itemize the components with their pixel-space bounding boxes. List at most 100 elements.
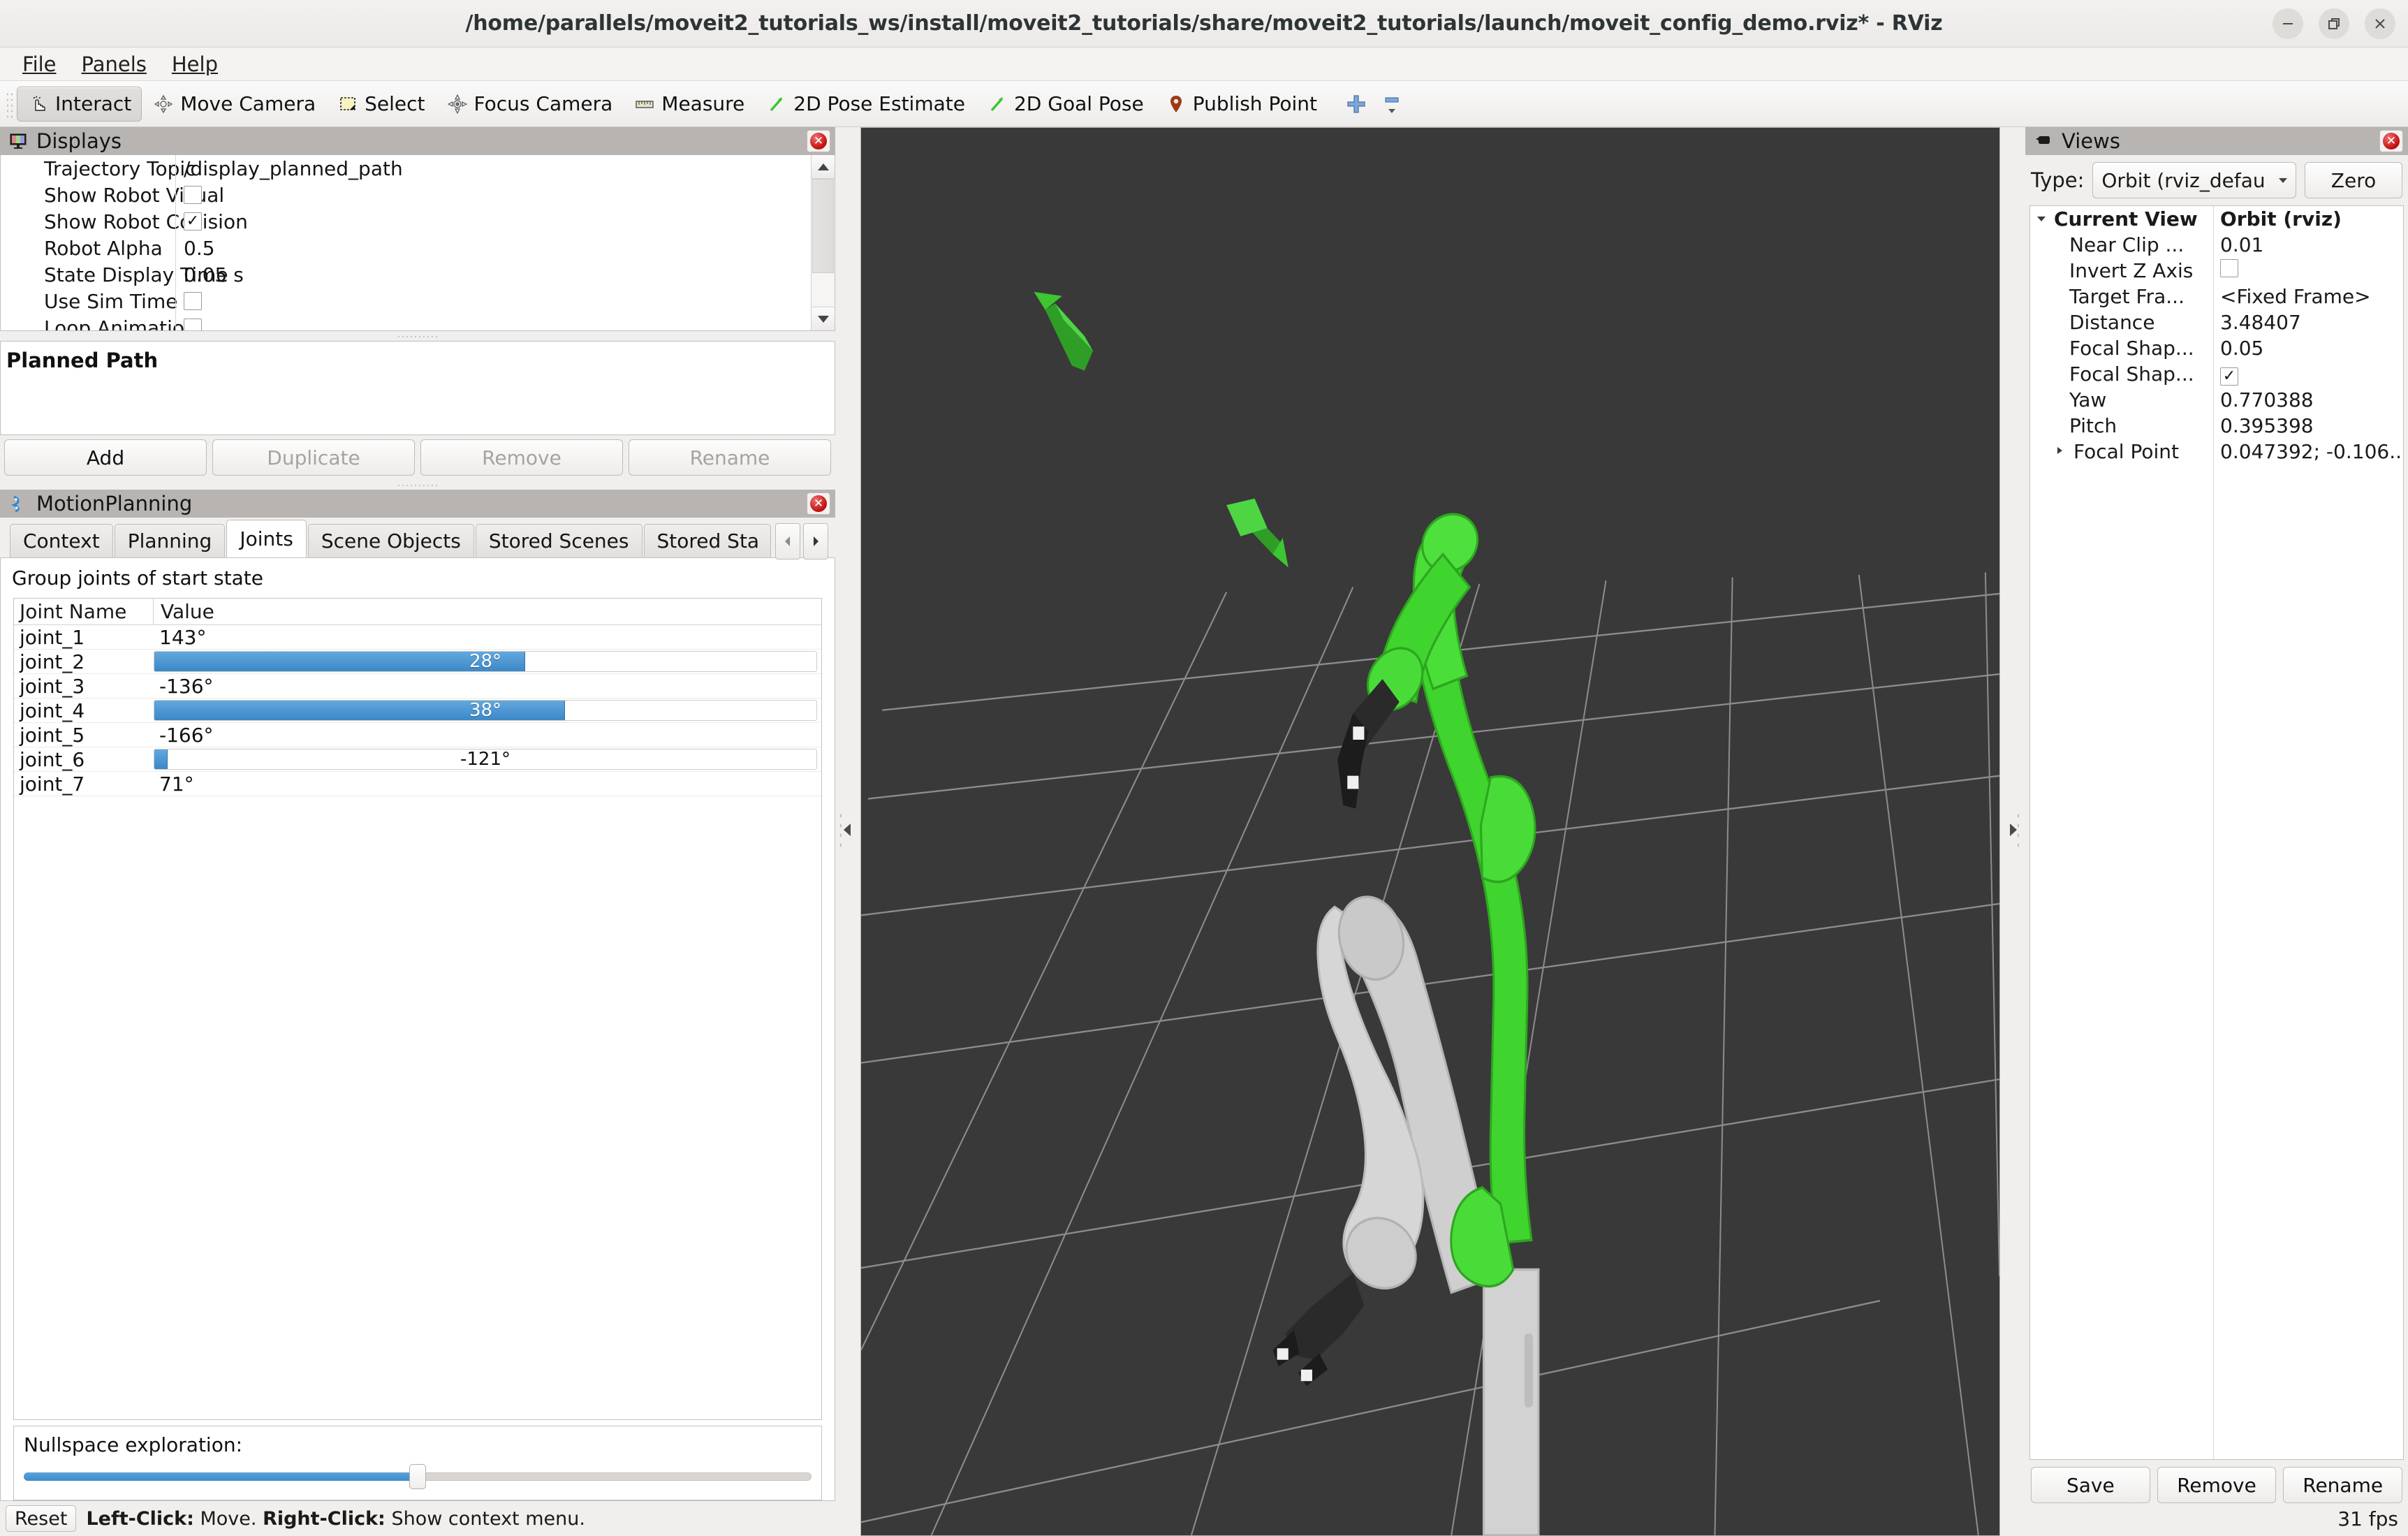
chevron-down-icon[interactable] [1385, 107, 1399, 115]
joint-value: -121° [460, 749, 511, 770]
table-row[interactable]: joint_5 -166° [14, 723, 821, 747]
table-row[interactable]: joint_7 71° [14, 772, 821, 796]
table-row[interactable]: joint_2 28° [14, 650, 821, 674]
tool-move-camera-label: Move Camera [180, 92, 316, 115]
views-row-target-frame[interactable]: Target Fra... <Fixed Frame> [2030, 284, 2403, 309]
display-row-show-robot-visual[interactable]: Show Robot Visual [1, 182, 811, 208]
joint-slider[interactable]: 38° [154, 700, 817, 721]
displays-rows: Trajectory Topic /display_planned_path S… [1, 155, 811, 330]
tab-scene-objects[interactable]: Scene Objects [307, 524, 474, 557]
tab-joints[interactable]: Joints [226, 520, 307, 557]
display-row-show-robot-collision[interactable]: Show Robot Collision ✓ [1, 208, 811, 235]
tab-context[interactable]: Context [10, 524, 113, 557]
save-button[interactable]: Save [2031, 1467, 2150, 1503]
joint-value: 143° [159, 625, 207, 649]
displays-close-icon[interactable]: ✕ [807, 130, 830, 152]
slider-handle[interactable] [409, 1464, 426, 1489]
scroll-up-icon[interactable] [812, 155, 835, 179]
motion-planning-close-icon[interactable]: ✕ [807, 492, 830, 515]
displays-scrollbar[interactable] [811, 155, 835, 330]
add-tool-button[interactable] [1340, 88, 1372, 120]
splitter-handle[interactable] [0, 331, 835, 341]
toolbar-grip[interactable] [4, 89, 14, 118]
duplicate-button[interactable]: Duplicate [212, 439, 415, 476]
current-view-row[interactable]: Current View Orbit (rviz) [2030, 206, 2403, 232]
chevron-right-icon[interactable] [802, 523, 828, 559]
display-row-use-sim-time[interactable]: Use Sim Time [1, 288, 811, 314]
tool-select[interactable]: Select [326, 87, 435, 122]
splitter-handle-2[interactable] [0, 480, 835, 490]
checkbox-unchecked[interactable] [184, 292, 202, 310]
triangle-down-icon[interactable] [2036, 212, 2050, 226]
views-row-focal-shape-size[interactable]: Focal Shap... 0.05 [2030, 335, 2403, 361]
table-row[interactable]: joint_6 -121° [14, 747, 821, 772]
3d-viewport[interactable] [860, 127, 2000, 1536]
views-row-focal-shape-fixed-size[interactable]: Focal Shap... ✓ [2030, 361, 2403, 387]
views-row-near-clip[interactable]: Near Clip ... 0.01 [2030, 232, 2403, 258]
checkbox-checked[interactable]: ✓ [2220, 367, 2238, 386]
minimize-icon[interactable] [2273, 8, 2303, 39]
right-dock-collapse-handle[interactable] [2000, 127, 2025, 1536]
checkbox-unchecked[interactable] [184, 319, 202, 330]
scroll-down-icon[interactable] [812, 307, 835, 330]
display-row-loop-animation[interactable]: Loop Animation [1, 314, 811, 330]
maximize-icon[interactable] [2319, 8, 2349, 39]
menu-file[interactable]: File [10, 50, 69, 79]
add-button[interactable]: Add [4, 439, 207, 476]
displays-property-tree[interactable]: Trajectory Topic /display_planned_path S… [0, 155, 835, 331]
tool-2d-goal-pose[interactable]: 2D Goal Pose [976, 87, 1154, 122]
checkbox-unchecked[interactable] [2220, 259, 2238, 277]
views-row-pitch[interactable]: Pitch 0.395398 [2030, 413, 2403, 439]
views-property-tree[interactable]: Current View Orbit (rviz) Near Clip ... … [2029, 205, 2404, 1460]
table-row[interactable]: joint_1 143° [14, 625, 821, 650]
motion-planning-body: Context Planning Joints Scene Objects St… [0, 518, 835, 1501]
tool-move-camera[interactable]: Move Camera [142, 87, 326, 122]
scrollbar-thumb[interactable] [812, 179, 834, 274]
tab-stored-states[interactable]: Stored Sta [643, 524, 771, 557]
views-row-distance[interactable]: Distance 3.48407 [2030, 309, 2403, 335]
zero-button[interactable]: Zero [2305, 162, 2402, 198]
display-row-trajectory-topic[interactable]: Trajectory Topic /display_planned_path [1, 155, 811, 182]
joint-slider[interactable]: 28° [154, 651, 817, 672]
checkbox-unchecked[interactable] [184, 186, 202, 204]
tool-measure[interactable]: Measure [623, 87, 755, 122]
remove-button[interactable]: Remove [420, 439, 623, 476]
table-row[interactable]: joint_4 38° [14, 698, 821, 723]
rename-button[interactable]: Rename [629, 439, 831, 476]
tab-planning[interactable]: Planning [114, 524, 226, 557]
joint-slider[interactable]: -121° [154, 749, 817, 770]
property-name: Near Clip ... [2069, 233, 2185, 256]
view-type-select[interactable]: Orbit (rviz_defau [2092, 162, 2296, 198]
tool-interact[interactable]: Interact [17, 86, 142, 122]
property-value: 0.05 s [175, 263, 811, 286]
tool-2d-pose-estimate[interactable]: 2D Pose Estimate [755, 87, 976, 122]
scrollbar-track[interactable] [812, 179, 835, 307]
views-row-yaw[interactable]: Yaw 0.770388 [2030, 387, 2403, 413]
tool-publish-point[interactable]: Publish Point [1154, 87, 1328, 122]
reset-button[interactable]: Reset [6, 1505, 77, 1532]
rename-view-button[interactable]: Rename [2283, 1467, 2403, 1503]
views-close-icon[interactable]: ✕ [2379, 130, 2403, 152]
chevron-left-icon[interactable] [774, 523, 800, 559]
nullspace-slider[interactable] [24, 1464, 812, 1489]
views-row-focal-point[interactable]: Focal Point 0.047392; -0.106... [2030, 439, 2403, 465]
views-row-invert-z-axis[interactable]: Invert Z Axis [2030, 258, 2403, 284]
property-value: 0.770388 [2220, 388, 2314, 411]
remove-view-button[interactable]: Remove [2157, 1467, 2277, 1503]
camera-icon [2032, 130, 2055, 152]
tab-stored-scenes[interactable]: Stored Scenes [475, 524, 643, 557]
display-row-robot-alpha[interactable]: Robot Alpha 0.5 [1, 235, 811, 261]
menu-panels[interactable]: Panels [69, 50, 159, 79]
triangle-right-icon[interactable] [2055, 445, 2069, 459]
tool-focus-camera[interactable]: Focus Camera [436, 87, 624, 122]
table-row[interactable]: joint_3 -136° [14, 674, 821, 698]
menu-help[interactable]: Help [159, 50, 230, 79]
checkbox-checked[interactable]: ✓ [184, 212, 202, 231]
left-dock-collapse-handle[interactable] [835, 127, 860, 1536]
remove-tool-button[interactable] [1372, 93, 1411, 115]
remove-view-button-label: Remove [2177, 1473, 2256, 1497]
rename-button-label: Rename [689, 446, 770, 469]
display-row-state-display-time[interactable]: State Display Time 0.05 s [1, 261, 811, 288]
current-view-label: Current View [2054, 207, 2198, 231]
close-icon[interactable] [2365, 8, 2395, 39]
